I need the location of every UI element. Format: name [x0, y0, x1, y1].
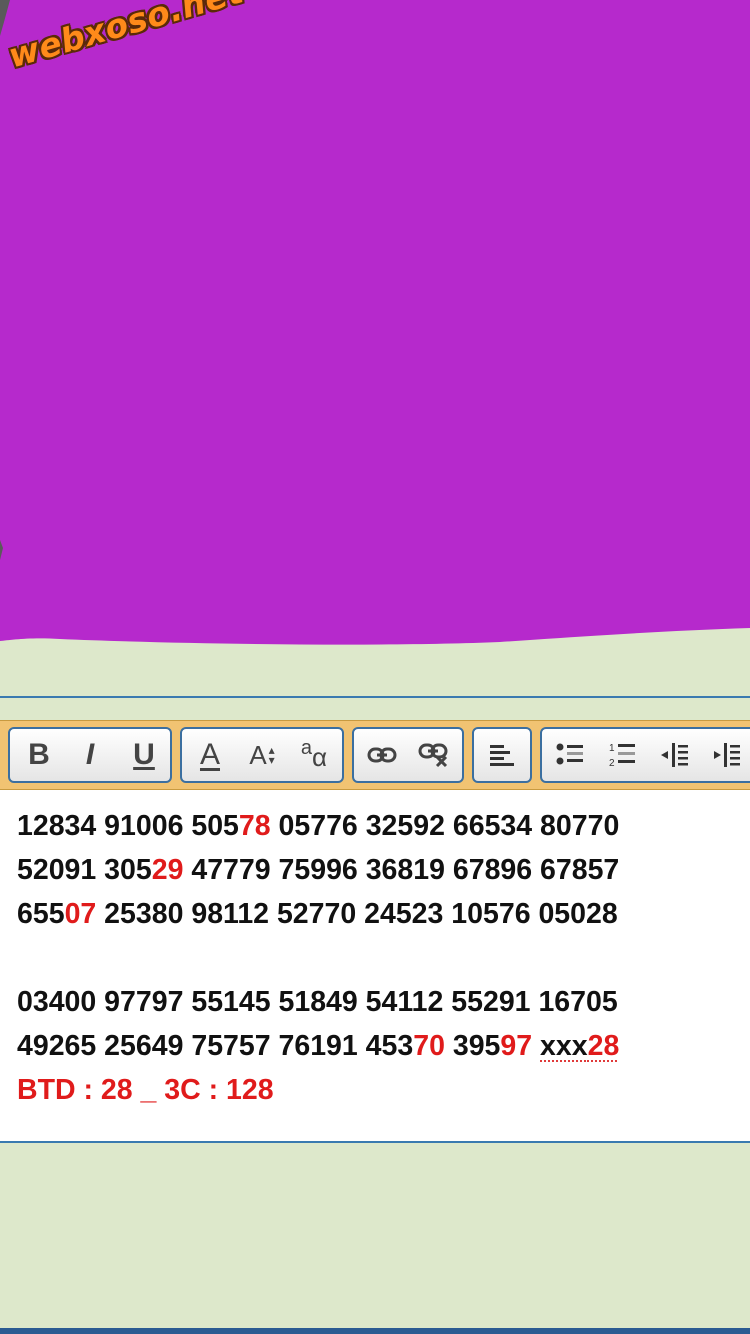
svg-text:2: 2 [609, 758, 615, 768]
link-icon [367, 747, 397, 763]
bold-label: B [28, 738, 50, 771]
highlighted-number: 78 [238, 810, 271, 842]
font-case-button[interactable]: a α [294, 735, 334, 775]
italic-label: I [85, 738, 95, 771]
unlink-icon [418, 743, 448, 768]
align-left-icon [490, 745, 514, 766]
editor-line: 52091 30529 47779 75996 36819 67896 6785… [17, 848, 619, 892]
text-style-group: B I U [8, 727, 172, 783]
number-text: 05776 32592 66534 80770 [270, 810, 620, 842]
number-text: 49265 25649 75757 76191 453 [17, 1030, 414, 1062]
bottom-bar [0, 1328, 750, 1334]
indent-button[interactable] [706, 735, 746, 775]
highlighted-number: 28 [587, 1030, 620, 1062]
highlighted-number: BTD : 28 _ 3C : 128 [17, 1074, 274, 1106]
bold-button[interactable]: B [19, 735, 59, 775]
underline-label: U [133, 738, 155, 771]
number-text: 655 [17, 898, 65, 930]
number-text: 25380 98112 52770 24523 10576 05028 [96, 898, 618, 930]
font-size-arrows-icon: ▴ ▾ [268, 743, 275, 767]
highlighted-number: 70 [413, 1030, 445, 1062]
divider-line [0, 696, 750, 698]
numbered-list-icon: 1 2 [609, 743, 635, 768]
font-color-label: A [199, 738, 220, 771]
number-text: 12834 91006 505 [17, 810, 239, 842]
indent-icon [714, 743, 740, 767]
outdent-button[interactable] [654, 735, 694, 775]
font-case-lower-icon: α [312, 742, 328, 772]
font-color-button[interactable]: A [190, 735, 230, 775]
font-group: A A ▴ ▾ a α [180, 727, 344, 783]
bulleted-list-icon [556, 743, 583, 765]
number-text: xxx [540, 1030, 588, 1062]
highlighted-number: 29 [151, 854, 184, 886]
highlighted-number: 97 [500, 1030, 533, 1062]
editor-line: 03400 97797 55145 51849 54112 55291 1670… [17, 980, 619, 1024]
remove-link-button[interactable] [414, 735, 454, 775]
editor-line: 12834 91006 50578 05776 32592 66534 8077… [17, 804, 619, 848]
bulleted-list-button[interactable] [550, 735, 590, 775]
italic-button[interactable]: I [70, 735, 110, 775]
underline-button[interactable]: U [124, 735, 164, 775]
purple-drawing [0, 0, 750, 645]
number-text: 03400 97797 55145 51849 54112 55291 1670… [17, 986, 618, 1018]
font-size-label: A [249, 740, 267, 770]
number-text [532, 1030, 540, 1062]
number-text: 395 [444, 1030, 501, 1062]
number-text: 52091 305 [17, 854, 152, 886]
svg-text:1: 1 [609, 743, 615, 754]
numbered-list-button[interactable]: 1 2 [602, 735, 642, 775]
font-size-button[interactable]: A ▴ ▾ [242, 735, 282, 775]
editor-line: 49265 25649 75757 76191 45370 39597 xxx2… [17, 1024, 619, 1068]
number-text: 47779 75996 36819 67896 67857 [183, 854, 620, 886]
editor-content-area[interactable]: 12834 91006 50578 05776 32592 66534 8077… [0, 790, 750, 1143]
list-group: 1 2 [540, 727, 750, 783]
outdent-icon [661, 743, 688, 767]
editor-line: BTD : 28 _ 3C : 128 [17, 1068, 619, 1112]
align-group [472, 727, 532, 783]
font-case-label: a [300, 737, 313, 759]
insert-link-button[interactable] [362, 735, 402, 775]
editor-text: 12834 91006 50578 05776 32592 66534 8077… [17, 804, 619, 1112]
editor-line: 65507 25380 98112 52770 24523 10576 0502… [17, 892, 619, 936]
editor-toolbar: B I U A A ▴ ▾ a α 1 2 [0, 720, 750, 790]
link-group [352, 727, 464, 783]
highlighted-number: 07 [64, 898, 97, 930]
align-left-button[interactable] [482, 735, 522, 775]
